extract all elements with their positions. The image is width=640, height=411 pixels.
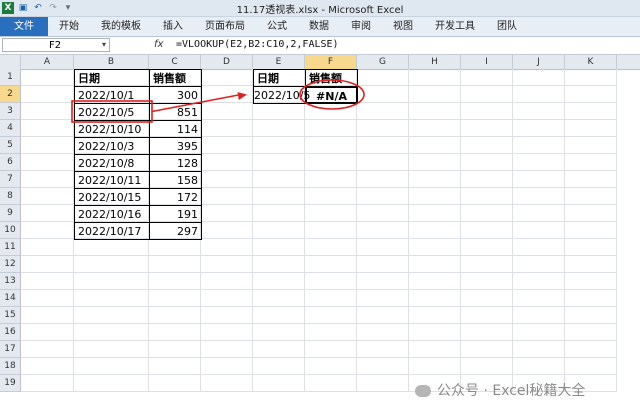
gridline-v [252,69,253,392]
table-cell-date[interactable]: 2022/10/1 [74,86,150,104]
lookup-header-sales[interactable]: 销售额 [305,69,358,87]
row-header-10[interactable]: 10 [0,222,21,239]
formula-bar: F2 ▾ fx =VLOOKUP(E2,B2:C10,2,FALSE) [0,37,640,55]
column-header-j[interactable]: J [513,55,565,69]
column-header-f[interactable]: F [305,55,357,69]
wechat-icon [415,385,431,397]
table-cell-sales[interactable]: 114 [149,120,202,138]
formula-buttons: fx [112,38,172,52]
name-box[interactable]: F2 [2,38,110,52]
table-cell-sales[interactable]: 172 [149,188,202,206]
lookup-header-date[interactable]: 日期 [253,69,306,87]
formula-input[interactable]: =VLOOKUP(E2,B2:C10,2,FALSE) [176,38,339,52]
table-cell-sales[interactable]: 191 [149,205,202,223]
table-cell-sales[interactable]: 158 [149,171,202,189]
tab-home[interactable]: 开始 [48,17,90,36]
lookup-result-cell[interactable]: #N/A [305,86,358,104]
gridline-v [408,69,409,392]
column-header-d[interactable]: D [201,55,253,69]
tab-page-layout[interactable]: 页面布局 [194,17,256,36]
table-header-sales[interactable]: 销售额 [149,69,202,87]
row-header-11[interactable]: 11 [0,239,21,256]
row-header-19[interactable]: 19 [0,375,21,392]
table-cell-date[interactable]: 2022/10/10 [74,120,150,138]
row-header-2[interactable]: 2 [0,86,21,103]
lookup-date-cell[interactable]: 2022/10/5 [253,86,310,104]
gridline-v [460,69,461,392]
gridline-v [304,69,305,392]
row-header-1[interactable]: 1 [0,69,21,86]
row-header-17[interactable]: 17 [0,341,21,358]
gridline-v [356,69,357,392]
table-cell-sales[interactable]: 297 [149,222,202,240]
table-cell-date[interactable]: 2022/10/11 [74,171,150,189]
table-cell-sales[interactable]: 851 [149,103,202,121]
row-header-7[interactable]: 7 [0,171,21,188]
tab-review[interactable]: 审阅 [340,17,382,36]
table-cell-sales[interactable]: 128 [149,154,202,172]
gridline-v [564,69,565,392]
gridline-h [21,272,617,273]
tab-insert[interactable]: 插入 [152,17,194,36]
row-header-8[interactable]: 8 [0,188,21,205]
column-header-g[interactable]: G [357,55,409,69]
gridline-h [21,374,617,375]
column-header-bar: ABCDEFGHIJK [0,55,640,70]
table-cell-date[interactable]: 2022/10/5 [74,103,150,121]
tab-file[interactable]: 文件 [0,17,48,36]
row-header-16[interactable]: 16 [0,324,21,341]
table-cell-date[interactable]: 2022/10/17 [74,222,150,240]
column-header-i[interactable]: I [461,55,513,69]
gridline-h [21,255,617,256]
name-box-dropdown-icon[interactable]: ▾ [102,38,106,52]
table-cell-date[interactable]: 2022/10/8 [74,154,150,172]
tab-view[interactable]: 视图 [382,17,424,36]
gridline-v [616,69,617,392]
row-header-3[interactable]: 3 [0,103,21,120]
gridline-h [21,289,617,290]
table-cell-sales[interactable]: 395 [149,137,202,155]
column-header-a[interactable]: A [21,55,74,69]
gridline-h [21,323,617,324]
ribbon-tabs: 文件 开始 我的模板 插入 页面布局 公式 数据 审阅 视图 开发工具 团队 [0,17,640,37]
row-header-4[interactable]: 4 [0,120,21,137]
tab-my-templates[interactable]: 我的模板 [90,17,152,36]
title-bar: X ▣ ↶ ↷ ▾ 11.17透视表.xlsx - Microsoft Exce… [0,0,640,17]
table-cell-date[interactable]: 2022/10/3 [74,137,150,155]
select-all-corner[interactable] [0,55,21,69]
column-header-k[interactable]: K [565,55,617,69]
column-header-c[interactable]: C [149,55,201,69]
table-header-date[interactable]: 日期 [74,69,150,87]
gridline-v [512,69,513,392]
table-cell-sales[interactable]: 300 [149,86,202,104]
window-title: 11.17透视表.xlsx - Microsoft Excel [236,5,404,16]
tab-developer[interactable]: 开发工具 [424,17,486,36]
column-header-h[interactable]: H [409,55,461,69]
column-header-b[interactable]: B [74,55,149,69]
insert-function-button[interactable]: fx [154,38,163,52]
tab-formulas[interactable]: 公式 [256,17,298,36]
row-header-13[interactable]: 13 [0,273,21,290]
watermark-text: 公众号 · Excel秘籍大全 [437,383,586,399]
annotation-arrow-head [237,92,247,101]
row-header-15[interactable]: 15 [0,307,21,324]
column-header-e[interactable]: E [253,55,305,69]
tab-team[interactable]: 团队 [486,17,528,36]
row-header-9[interactable]: 9 [0,205,21,222]
table-cell-date[interactable]: 2022/10/15 [74,188,150,206]
row-header-14[interactable]: 14 [0,290,21,307]
row-header-5[interactable]: 5 [0,137,21,154]
row-header-12[interactable]: 12 [0,256,21,273]
gridline-h [21,306,617,307]
gridline-h [21,340,617,341]
watermark: 公众号 · Excel秘籍大全 [415,380,585,400]
table-cell-date[interactable]: 2022/10/16 [74,205,150,223]
tab-data[interactable]: 数据 [298,17,340,36]
gridline-h [21,357,617,358]
row-header-6[interactable]: 6 [0,154,21,171]
row-header-18[interactable]: 18 [0,358,21,375]
